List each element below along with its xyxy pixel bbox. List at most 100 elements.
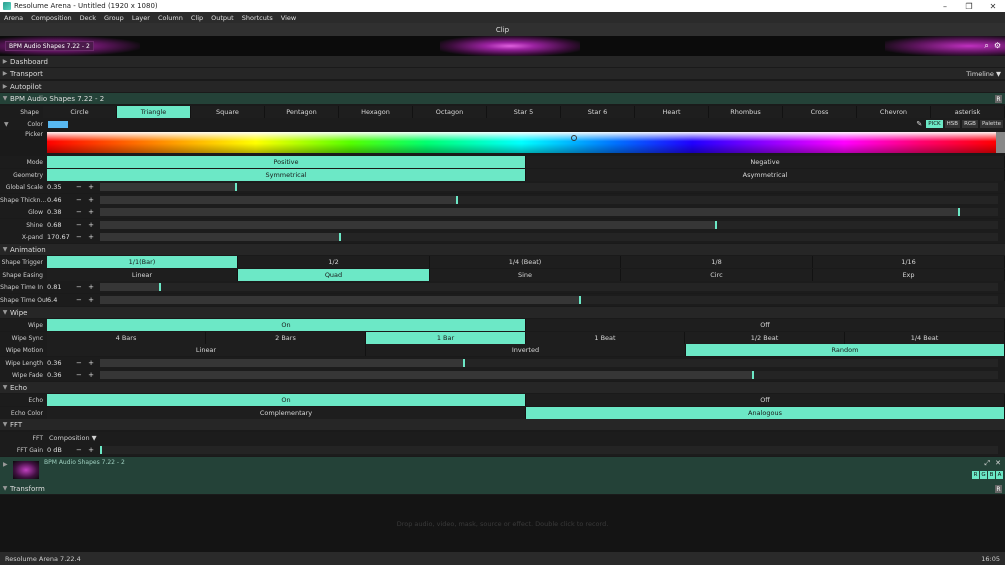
shape-easing-option[interactable]: Circ bbox=[621, 269, 813, 281]
source-thumbnail[interactable] bbox=[13, 461, 39, 479]
param-value[interactable]: 0.38 bbox=[47, 208, 74, 216]
slider-handle[interactable] bbox=[100, 446, 102, 454]
param-value[interactable]: 0 dB bbox=[47, 446, 74, 454]
plus-icon[interactable]: + bbox=[88, 371, 94, 379]
plus-icon[interactable]: + bbox=[88, 196, 94, 204]
shape-option[interactable]: Pentagon bbox=[265, 106, 339, 118]
menu-output[interactable]: Output bbox=[211, 14, 234, 22]
slider-handle[interactable] bbox=[463, 359, 465, 367]
minimize-button[interactable]: – bbox=[933, 0, 957, 12]
shape-trigger-option[interactable]: 1/16 bbox=[813, 256, 1005, 268]
color-mode-hsb[interactable]: HSB bbox=[944, 120, 961, 128]
wipe-sync-option[interactable]: 4 Bars bbox=[47, 332, 206, 344]
echo-on[interactable]: On bbox=[47, 394, 526, 406]
color-swatch[interactable] bbox=[48, 120, 68, 128]
menu-composition[interactable]: Composition bbox=[31, 14, 72, 22]
collapse-arrow-icon[interactable]: ▼ bbox=[0, 121, 9, 128]
param-slider[interactable] bbox=[100, 283, 998, 291]
section-fft[interactable]: ▼ FFT bbox=[0, 419, 1005, 431]
shape-option[interactable]: Star 5 bbox=[487, 106, 561, 118]
section-effect[interactable]: ▼ BPM Audio Shapes 7.22 - 2 R bbox=[0, 93, 1005, 105]
wipe-off[interactable]: Off bbox=[526, 319, 1005, 331]
restore-button[interactable]: ❐ bbox=[957, 0, 981, 12]
wipe-motion-option[interactable]: Inverted bbox=[366, 344, 686, 356]
minus-icon[interactable]: − bbox=[76, 233, 82, 241]
param-value[interactable]: 0.46 bbox=[47, 196, 74, 204]
wipe-sync-option[interactable]: 1 Bar bbox=[366, 332, 526, 344]
slider-handle[interactable] bbox=[456, 196, 458, 204]
gear-icon[interactable]: ⚙ bbox=[994, 41, 1001, 51]
close-button[interactable]: ✕ bbox=[981, 0, 1005, 12]
plus-icon[interactable]: + bbox=[88, 296, 94, 304]
section-echo[interactable]: ▼ Echo bbox=[0, 382, 1005, 394]
eyedropper-icon[interactable]: ✎ bbox=[914, 119, 924, 129]
slider-handle[interactable] bbox=[958, 208, 960, 216]
minus-icon[interactable]: − bbox=[76, 183, 82, 191]
param-slider[interactable] bbox=[100, 221, 998, 229]
echo-off[interactable]: Off bbox=[526, 394, 1005, 406]
color-mode-pick[interactable]: PICK bbox=[926, 120, 943, 128]
minus-icon[interactable]: − bbox=[76, 196, 82, 204]
echo-color-complementary[interactable]: Complementary bbox=[47, 407, 526, 419]
shape-option[interactable]: Chevron bbox=[857, 106, 931, 118]
echo-color-analogous[interactable]: Analogous bbox=[526, 407, 1005, 419]
section-dashboard[interactable]: ▶ Dashboard bbox=[0, 56, 1005, 68]
shape-option[interactable]: asterisk bbox=[931, 106, 1005, 118]
param-value[interactable]: 0.36 bbox=[47, 371, 74, 379]
expand-arrow-icon[interactable]: ▶ bbox=[3, 461, 8, 468]
minus-icon[interactable]: − bbox=[76, 371, 82, 379]
slider-handle[interactable] bbox=[715, 221, 717, 229]
close-icon[interactable]: ✕ bbox=[995, 459, 1001, 468]
param-slider[interactable] bbox=[100, 359, 998, 367]
shape-trigger-option[interactable]: 1/4 (Beat) bbox=[430, 256, 621, 268]
shape-option[interactable]: Hexagon bbox=[339, 106, 413, 118]
param-slider[interactable] bbox=[100, 233, 998, 241]
param-value[interactable]: 170.67 bbox=[47, 233, 74, 241]
search-icon[interactable]: ⌕ bbox=[984, 41, 988, 51]
slider-handle[interactable] bbox=[235, 183, 237, 191]
collapse-arrow-icon[interactable]: ▼ bbox=[0, 384, 10, 391]
mode-positive[interactable]: Positive bbox=[47, 156, 526, 168]
param-slider[interactable] bbox=[100, 196, 998, 204]
plus-icon[interactable]: + bbox=[88, 233, 94, 241]
wipe-on[interactable]: On bbox=[47, 319, 526, 331]
shape-easing-option[interactable]: Sine bbox=[430, 269, 621, 281]
shape-option[interactable]: Square bbox=[191, 106, 265, 118]
param-value[interactable]: 0.36 bbox=[47, 359, 74, 367]
expand-arrow-icon[interactable]: ▶ bbox=[0, 70, 10, 77]
section-autopilot[interactable]: ▶ Autopilot bbox=[0, 81, 1005, 93]
wipe-sync-option[interactable]: 1/4 Beat bbox=[845, 332, 1005, 344]
color-picker-gradient[interactable] bbox=[47, 132, 996, 153]
shape-trigger-option[interactable]: 1/2 bbox=[238, 256, 430, 268]
shape-trigger-option[interactable]: 1/8 bbox=[621, 256, 813, 268]
expand-icon[interactable]: ⤢ bbox=[985, 459, 991, 468]
fft-source-dropdown[interactable]: Composition ▼ bbox=[47, 434, 97, 442]
param-value[interactable]: 0.68 bbox=[47, 221, 74, 229]
geometry-asymmetrical[interactable]: Asymmetrical bbox=[526, 169, 1005, 181]
channel-r-button[interactable]: R bbox=[972, 471, 979, 479]
shape-easing-option[interactable]: Exp bbox=[813, 269, 1005, 281]
wipe-sync-option[interactable]: 1/2 Beat bbox=[685, 332, 845, 344]
expand-arrow-icon[interactable]: ▶ bbox=[0, 83, 10, 90]
plus-icon[interactable]: + bbox=[88, 446, 94, 454]
expand-arrow-icon[interactable]: ▶ bbox=[0, 58, 10, 65]
mode-negative[interactable]: Negative bbox=[526, 156, 1005, 168]
plus-icon[interactable]: + bbox=[88, 283, 94, 291]
transport-mode-dropdown[interactable]: Timeline ▼ bbox=[966, 70, 1001, 78]
param-value[interactable]: 0.81 bbox=[47, 283, 74, 291]
drop-zone[interactable]: Drop audio, video, mask, source or effec… bbox=[0, 495, 1005, 552]
menu-group[interactable]: Group bbox=[104, 14, 124, 22]
color-mode-palette[interactable]: Palette bbox=[979, 120, 1003, 128]
param-slider[interactable] bbox=[100, 208, 998, 216]
shape-option[interactable]: Octagon bbox=[413, 106, 487, 118]
reset-button[interactable]: R bbox=[995, 485, 1002, 493]
param-slider[interactable] bbox=[100, 371, 998, 379]
menu-deck[interactable]: Deck bbox=[80, 14, 96, 22]
plus-icon[interactable]: + bbox=[88, 208, 94, 216]
param-slider[interactable] bbox=[100, 446, 998, 454]
param-slider[interactable] bbox=[100, 183, 998, 191]
picker-cursor[interactable] bbox=[571, 135, 577, 141]
menu-clip[interactable]: Clip bbox=[191, 14, 203, 22]
menu-view[interactable]: View bbox=[281, 14, 296, 22]
shape-option[interactable]: Star 6 bbox=[561, 106, 635, 118]
